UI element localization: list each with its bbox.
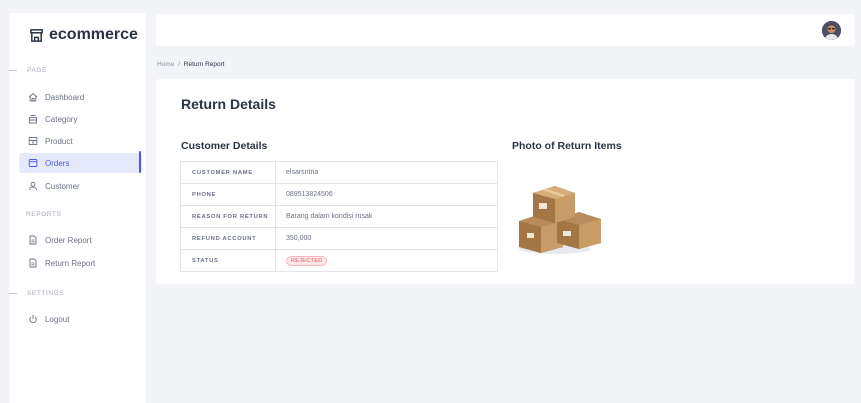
document-icon <box>27 234 39 246</box>
table-row: REASON FOR RETURN Barang dalam kondisi r… <box>180 205 498 228</box>
section-label-page: PAGE <box>9 67 47 74</box>
row-key: STATUS <box>180 249 276 272</box>
row-key: REASON FOR RETURN <box>180 205 276 228</box>
row-value: 350,000 <box>275 227 498 250</box>
sidebar-item-return-report[interactable]: Return Report <box>19 253 142 273</box>
row-value: Barang dalam kondisi rusak <box>275 205 498 228</box>
return-items-photo <box>511 163 607 259</box>
return-details-card: Return Details Customer Details Photo of… <box>156 79 855 284</box>
photo-heading: Photo of Return Items <box>512 140 622 152</box>
document-icon <box>27 257 39 269</box>
sidebar-item-label: Category <box>45 114 78 124</box>
sidebar-item-orders[interactable]: Orders <box>19 153 142 173</box>
sidebar-item-dashboard[interactable]: Dashboard <box>19 87 142 107</box>
sidebar: ecommerce PAGE Dashboard Category Produc… <box>9 13 146 403</box>
category-icon <box>27 113 39 125</box>
sidebar-item-label: Return Report <box>45 258 96 268</box>
sidebar-item-logout[interactable]: Logout <box>19 309 142 329</box>
store-icon <box>30 28 43 42</box>
orders-icon <box>27 157 39 169</box>
row-key: PHONE <box>180 183 276 206</box>
breadcrumb-separator: / <box>178 61 180 68</box>
breadcrumb-current: Return Report <box>183 61 225 68</box>
page-title: Return Details <box>181 96 276 112</box>
sidebar-item-label: Dashboard <box>45 92 85 102</box>
sidebar-item-customer[interactable]: Customer <box>19 176 142 196</box>
row-key: CUSTOMER NAME <box>180 161 276 184</box>
sidebar-item-label: Customer <box>45 181 80 191</box>
customer-details-table: CUSTOMER NAME elsarsntna PHONE 089513824… <box>180 161 498 272</box>
sidebar-item-order-report[interactable]: Order Report <box>19 230 142 250</box>
avatar[interactable] <box>822 21 841 40</box>
sidebar-item-category[interactable]: Category <box>19 109 142 129</box>
brand-name: ecommerce <box>49 26 138 43</box>
user-icon <box>27 180 39 192</box>
sidebar-item-label: Orders <box>45 158 70 168</box>
breadcrumb: Home / Return Report <box>157 61 225 68</box>
sidebar-item-product[interactable]: Product <box>19 131 142 151</box>
table-row: STATUS REJECTED <box>180 249 498 272</box>
top-navbar <box>156 14 855 46</box>
sidebar-item-label: Logout <box>45 314 70 324</box>
table-row: REFUND ACCOUNT 350,000 <box>180 227 498 250</box>
sidebar-item-label: Order Report <box>45 235 92 245</box>
row-value: 089513824506 <box>275 183 498 206</box>
product-icon <box>27 135 39 147</box>
table-row: PHONE 089513824506 <box>180 183 498 206</box>
power-icon <box>27 313 39 325</box>
breadcrumb-home[interactable]: Home <box>157 61 174 68</box>
brand-logo[interactable]: ecommerce <box>29 26 138 44</box>
status-badge: REJECTED <box>286 255 328 266</box>
table-row: CUSTOMER NAME elsarsntna <box>180 161 498 184</box>
section-label-reports: REPORTS <box>26 211 62 218</box>
row-value: elsarsntna <box>275 161 498 184</box>
sidebar-item-label: Product <box>45 136 73 146</box>
row-key: REFUND ACCOUNT <box>180 227 276 250</box>
section-label-settings: SETTINGS <box>9 290 64 297</box>
home-icon <box>27 91 39 103</box>
customer-details-heading: Customer Details <box>181 140 268 152</box>
active-indicator <box>139 151 141 173</box>
